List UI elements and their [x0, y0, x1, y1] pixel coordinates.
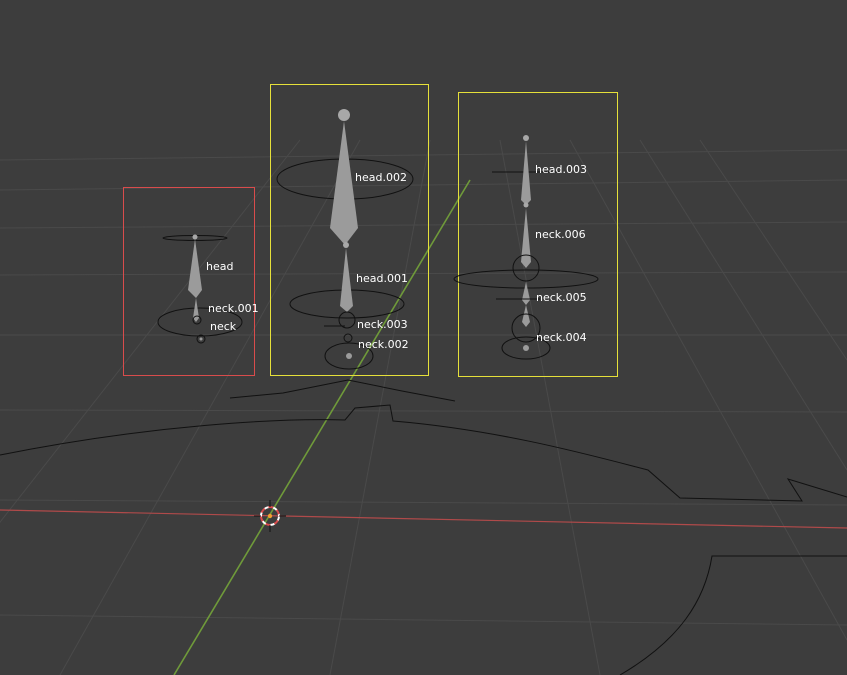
- armature-right[interactable]: head.003 neck.006 neck.005 neck.004: [453, 92, 618, 377]
- armature-left[interactable]: head neck.001 neck: [123, 187, 259, 376]
- x-axis-line: [0, 509, 847, 529]
- bone-label: head.001: [356, 272, 408, 285]
- ground-arrow-outline: [229, 379, 456, 402]
- ground-curve-outline: [0, 404, 847, 502]
- bone-label: neck.002: [358, 338, 409, 351]
- bone-head-tip: [192, 234, 198, 240]
- bone-head-001[interactable]: [340, 248, 353, 312]
- bone-label: neck.005: [536, 291, 587, 304]
- bone-head-003[interactable]: [521, 141, 531, 205]
- bone-neck-001[interactable]: [193, 298, 199, 322]
- bone-neck-006[interactable]: [521, 208, 531, 268]
- 3d-cursor-icon[interactable]: [254, 500, 286, 532]
- viewport-canvas[interactable]: head neck.001 neck head.002 head.001 nec…: [0, 0, 847, 675]
- bone-head-tip: [523, 135, 529, 141]
- floor-grid: [0, 139, 847, 675]
- bone-label: neck.001: [208, 302, 259, 315]
- bone-label: neck.006: [535, 228, 586, 241]
- bone-head-tip: [338, 109, 350, 121]
- bone-label: head.003: [535, 163, 587, 176]
- bone-label: neck.004: [536, 331, 587, 344]
- bone-label: head.002: [355, 171, 407, 184]
- bone-label: head: [206, 260, 233, 273]
- armature-middle[interactable]: head.002 head.001 neck.003 neck.002: [270, 84, 429, 376]
- bone-label: neck: [210, 320, 237, 333]
- bone-label: neck.003: [357, 318, 408, 331]
- y-axis-line: [173, 179, 471, 675]
- ground-curve-lower: [619, 555, 847, 675]
- bone-head[interactable]: [188, 239, 202, 298]
- bone-head-002[interactable]: [330, 121, 358, 245]
- 3d-viewport[interactable]: head neck.001 neck head.002 head.001 nec…: [0, 0, 847, 675]
